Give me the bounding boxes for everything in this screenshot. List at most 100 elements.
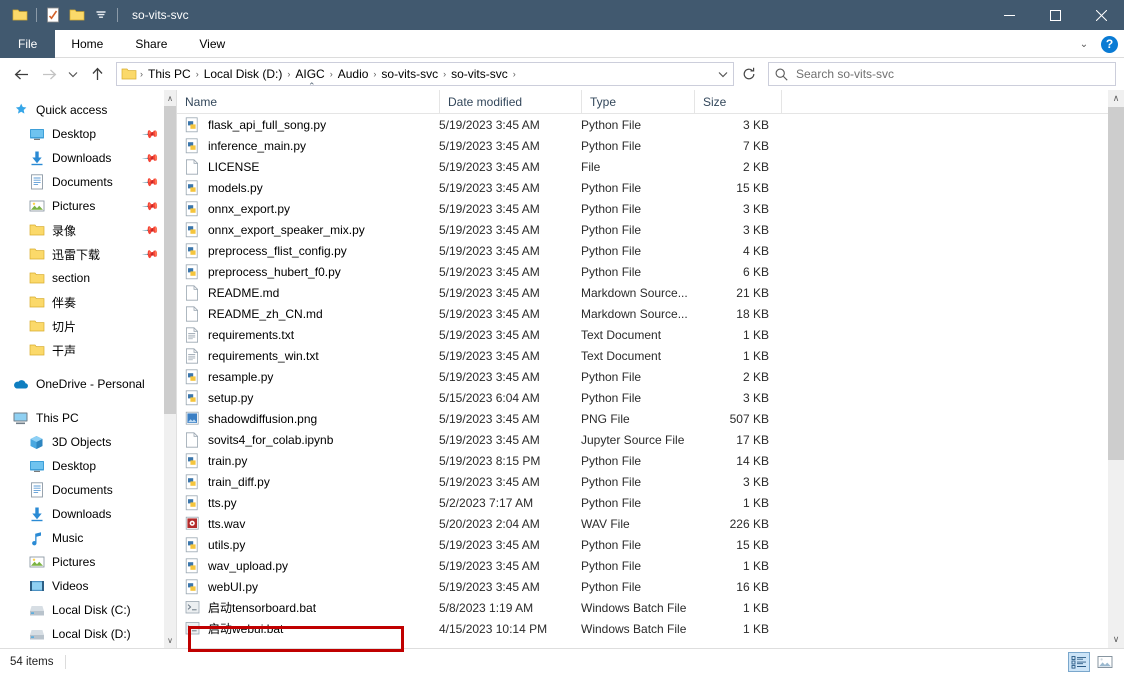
file-name-cell[interactable]: onnx_export_speaker_mix.py <box>177 221 439 238</box>
sidebar-scroll-up-icon[interactable]: ∧ <box>164 90 176 106</box>
tab-home[interactable]: Home <box>55 30 119 58</box>
file-name-cell[interactable]: train_diff.py <box>177 473 439 490</box>
sidebar-item-quick-access[interactable]: Quick access <box>0 98 176 122</box>
file-name-cell[interactable]: LICENSE <box>177 158 439 175</box>
table-row[interactable]: README_zh_CN.md 5/19/2023 3:45 AM Markdown… <box>177 303 1124 324</box>
search-input[interactable]: Search so-vits-svc <box>796 67 894 81</box>
column-header-size[interactable]: Size <box>694 89 781 114</box>
breadcrumb-dropdown-icon[interactable] <box>713 71 733 78</box>
table-row[interactable]: requirements_win.txt 5/19/2023 3:45 AM Tex… <box>177 345 1124 366</box>
file-name-cell[interactable]: shadowdiffusion.png <box>177 411 439 427</box>
table-row[interactable]: utils.py 5/19/2023 3:45 AM Python File 15 K… <box>177 534 1124 555</box>
breadcrumb-bar[interactable]: › This PC › Local Disk (D:) › AIGC › Aud… <box>116 62 734 86</box>
table-row[interactable]: 启动webui.bat 4/15/2023 10:14 PM Windows Bat… <box>177 618 1124 639</box>
sidebar-scroll-thumb[interactable] <box>164 106 176 414</box>
file-name-cell[interactable]: wav_upload.py <box>177 557 439 574</box>
column-header-name[interactable]: ⌃ Name <box>177 81 439 114</box>
table-row[interactable]: preprocess_hubert_f0.py 5/19/2023 3:45 AM… <box>177 261 1124 282</box>
file-name-cell[interactable]: tts.wav <box>177 516 439 532</box>
breadcrumb-item-0[interactable]: This PC <box>144 63 195 85</box>
file-name-cell[interactable]: requirements_win.txt <box>177 347 439 364</box>
table-row[interactable]: README.md 5/19/2023 3:45 AM Markdown Sourc… <box>177 282 1124 303</box>
forward-button[interactable] <box>36 61 62 87</box>
table-row[interactable]: tts.py 5/2/2023 7:17 AM Python File 1 KB <box>177 492 1124 513</box>
expand-ribbon-icon[interactable]: ⌄ <box>1075 39 1093 50</box>
breadcrumb-item-3[interactable]: Audio <box>334 63 373 85</box>
up-button[interactable] <box>84 61 110 87</box>
file-name-cell[interactable]: flask_api_full_song.py <box>177 116 439 133</box>
table-row[interactable]: 启动tensorboard.bat 5/8/2023 1:19 AM Windows… <box>177 597 1124 618</box>
file-name-cell[interactable]: tts.py <box>177 494 439 511</box>
table-row[interactable]: LICENSE 5/19/2023 3:45 AM File 2 KB <box>177 156 1124 177</box>
details-view-button[interactable] <box>1068 651 1090 672</box>
table-row[interactable]: resample.py 5/19/2023 3:45 AM Python File 2… <box>177 366 1124 387</box>
minimize-button[interactable] <box>986 0 1032 30</box>
file-name-cell[interactable]: webUI.py <box>177 578 439 595</box>
sidebar-scrollbar[interactable]: ∧ ∨ <box>164 90 176 648</box>
column-header-date-modified[interactable]: Date modified <box>439 89 581 114</box>
table-row[interactable]: train_diff.py 5/19/2023 3:45 AM Python Fil… <box>177 471 1124 492</box>
table-row[interactable]: setup.py 5/15/2023 6:04 AM Python File 3 KB <box>177 387 1124 408</box>
back-button[interactable] <box>8 61 34 87</box>
properties-icon[interactable] <box>41 4 65 26</box>
tab-view[interactable]: View <box>183 30 241 58</box>
sidebar-item-local-disk-d[interactable]: Local Disk (D:) <box>0 622 176 646</box>
file-name-cell[interactable]: requirements.txt <box>177 326 439 343</box>
table-row[interactable]: models.py 5/19/2023 3:45 AM Python File 15 … <box>177 177 1124 198</box>
table-row[interactable]: onnx_export_speaker_mix.py 5/19/2023 3:45… <box>177 219 1124 240</box>
search-box[interactable]: Search so-vits-svc <box>768 62 1116 86</box>
table-row[interactable]: shadowdiffusion.png 5/19/2023 3:45 AM PNG … <box>177 408 1124 429</box>
scroll-thumb[interactable] <box>1108 107 1124 460</box>
file-name-cell[interactable]: preprocess_flist_config.py <box>177 242 439 259</box>
sidebar-item-downloads[interactable]: Downloads 📌 <box>0 146 176 170</box>
sidebar-item-section[interactable]: section <box>0 266 176 290</box>
file-name-cell[interactable]: utils.py <box>177 536 439 553</box>
sidebar-item-gansheng[interactable]: 干声 <box>0 338 176 362</box>
sidebar-item-3d-objects[interactable]: 3D Objects <box>0 430 176 454</box>
column-header-type[interactable]: Type <box>581 89 694 114</box>
table-row[interactable]: onnx_export.py 5/19/2023 3:45 AM Python Fi… <box>177 198 1124 219</box>
sidebar-item-downloads-pc[interactable]: Downloads <box>0 502 176 526</box>
file-name-cell[interactable]: 启动webui.bat <box>177 620 439 637</box>
refresh-button[interactable] <box>736 62 762 86</box>
table-row[interactable]: tts.wav 5/20/2023 2:04 AM WAV File 226 KB <box>177 513 1124 534</box>
help-icon[interactable]: ? <box>1101 35 1118 53</box>
sidebar-item-pictures-pc[interactable]: Pictures <box>0 550 176 574</box>
file-name-cell[interactable]: models.py <box>177 179 439 196</box>
sidebar-item-this-pc[interactable]: This PC <box>0 406 176 430</box>
file-name-cell[interactable]: setup.py <box>177 389 439 406</box>
file-name-cell[interactable]: train.py <box>177 452 439 469</box>
file-list-scrollbar[interactable]: ∧ ∨ <box>1108 90 1124 648</box>
table-row[interactable]: train.py 5/19/2023 8:15 PM Python File 14 K… <box>177 450 1124 471</box>
sidebar-item-documents-pc[interactable]: Documents <box>0 478 176 502</box>
breadcrumb-separator-6[interactable]: › <box>512 63 517 85</box>
sidebar-item-onedrive[interactable]: OneDrive - Personal <box>0 372 176 396</box>
file-name-cell[interactable]: preprocess_hubert_f0.py <box>177 263 439 280</box>
sidebar-item-xunlei-download[interactable]: 迅雷下载 📌 <box>0 242 176 266</box>
close-button[interactable] <box>1078 0 1124 30</box>
sidebar-item-music[interactable]: Music <box>0 526 176 550</box>
sidebar-scroll-down-icon[interactable]: ∨ <box>164 632 176 648</box>
breadcrumb-item-5[interactable]: so-vits-svc <box>447 63 512 85</box>
sidebar-item-desktop[interactable]: Desktop 📌 <box>0 122 176 146</box>
file-name-cell[interactable]: 启动tensorboard.bat <box>177 599 439 616</box>
customize-dropdown-icon[interactable] <box>89 4 113 26</box>
breadcrumb-item-1[interactable]: Local Disk (D:) <box>200 63 287 85</box>
table-row[interactable]: webUI.py 5/19/2023 3:45 AM Python File 16 K… <box>177 576 1124 597</box>
sidebar-item-pictures[interactable]: Pictures 📌 <box>0 194 176 218</box>
table-row[interactable]: preprocess_flist_config.py 5/19/2023 3:45… <box>177 240 1124 261</box>
maximize-button[interactable] <box>1032 0 1078 30</box>
file-name-cell[interactable]: README_zh_CN.md <box>177 305 439 322</box>
table-row[interactable]: sovits4_for_colab.ipynb 5/19/2023 3:45 AM… <box>177 429 1124 450</box>
scroll-down-icon[interactable]: ∨ <box>1108 631 1124 648</box>
file-name-cell[interactable]: inference_main.py <box>177 137 439 154</box>
tab-file[interactable]: File <box>0 30 56 58</box>
sidebar-item-qiepian[interactable]: 切片 <box>0 314 176 338</box>
tab-share[interactable]: Share <box>119 30 183 58</box>
table-row[interactable]: wav_upload.py 5/19/2023 3:45 AM Python Fil… <box>177 555 1124 576</box>
table-row[interactable]: flask_api_full_song.py 5/19/2023 3:45 AM P… <box>177 114 1124 135</box>
file-name-cell[interactable]: resample.py <box>177 368 439 385</box>
sidebar-item-luxiang[interactable]: 录像 📌 <box>0 218 176 242</box>
new-folder-icon[interactable] <box>65 4 89 26</box>
file-name-cell[interactable]: onnx_export.py <box>177 200 439 217</box>
